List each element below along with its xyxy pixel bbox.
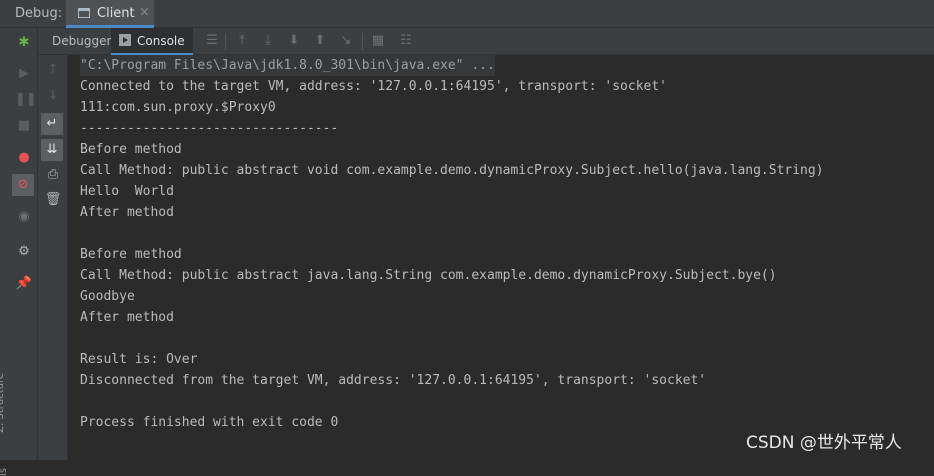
settings-icon[interactable]: ⚙	[15, 243, 33, 261]
debug-toolbar: Debugger Console ☰ ⤒ ⤓ ⬇ ⬆ ↘ ▦ ☷	[38, 28, 934, 55]
toolbar-divider	[362, 33, 363, 50]
evaluate-expression-icon[interactable]: ▦	[370, 33, 386, 49]
down-arrow-icon[interactable]: ↓	[44, 87, 62, 105]
step-into-icon[interactable]: ⬇	[286, 33, 302, 49]
pause-icon[interactable]: ❚❚	[15, 91, 37, 109]
up-arrow-icon[interactable]: ↑	[44, 61, 62, 79]
console-line: Hello World	[80, 184, 174, 199]
clear-all-icon[interactable]: 🗑	[44, 191, 62, 209]
console-line: After method	[80, 310, 174, 325]
stop-icon[interactable]: ■	[15, 117, 33, 135]
console-line: Disconnected from the target VM, address…	[80, 373, 707, 388]
bug-icon: ✱	[18, 35, 30, 50]
menu-icon[interactable]: ☰	[204, 33, 220, 49]
tab-client[interactable]: Client ×	[66, 0, 154, 28]
window-icon	[78, 8, 90, 18]
console-line: Call Method: public abstract java.lang.S…	[80, 268, 777, 283]
left-tool-strip: Z: Structure ls	[0, 28, 10, 476]
console-line: After method	[80, 205, 174, 220]
console-output[interactable]: "C:\Program Files\Java\jdk1.8.0_301\bin\…	[68, 55, 934, 460]
console-line: Connected to the target VM, address: '12…	[80, 79, 667, 94]
console-line: Before method	[80, 247, 182, 262]
tab-console[interactable]: Console	[111, 28, 193, 55]
pin-icon[interactable]: 📌	[15, 275, 33, 293]
bottom-tool-label[interactable]: ls	[0, 468, 10, 476]
tab-console-label: Console	[137, 34, 185, 48]
close-icon[interactable]: ×	[139, 5, 150, 20]
console-line: Result is: Over	[80, 352, 198, 367]
console-line: Before method	[80, 142, 182, 157]
console-line: Goodbye	[80, 289, 135, 304]
console-line: Process finished with exit code 0	[80, 415, 339, 430]
print-icon[interactable]: ⎙	[44, 166, 62, 184]
debug-actions-sidebar: ✱ ▶ ❚❚ ■ ● ⊘ ◉ ⚙ 📌	[10, 28, 38, 460]
scroll-to-end-icon[interactable]: ⇊	[41, 139, 63, 161]
console-actions-sidebar: ↑ ↓ ↵ ⇊ ⎙ 🗑	[38, 55, 68, 460]
console-line: 111:com.sun.proxy.$Proxy0	[80, 100, 276, 115]
view-breakpoints-icon[interactable]: ●	[15, 149, 33, 167]
tab-client-label: Client	[97, 6, 135, 21]
resume-icon[interactable]: ▶	[15, 65, 33, 83]
toolbar-divider	[225, 33, 226, 50]
console-line: ---------------------------------	[80, 121, 339, 136]
show-execution-point-icon[interactable]: ⤒	[234, 33, 250, 49]
mute-breakpoints-icon[interactable]: ⊘	[12, 174, 34, 196]
console-icon	[119, 34, 131, 46]
watermark: CSDN @世外平常人	[746, 433, 902, 453]
camera-icon[interactable]: ◉	[15, 208, 33, 226]
debug-label: Debug:	[15, 6, 63, 21]
tab-debugger[interactable]: Debugger	[52, 28, 111, 55]
step-out-icon[interactable]: ⬆	[312, 33, 328, 49]
soft-wrap-icon[interactable]: ↵	[41, 113, 63, 135]
console-line-command: "C:\Program Files\Java\jdk1.8.0_301\bin\…	[80, 55, 495, 76]
debug-tool-window-header: Debug: Client ×	[0, 0, 934, 28]
run-to-cursor-icon[interactable]: ↘	[338, 33, 354, 49]
console-line: Call Method: public abstract void com.ex…	[80, 163, 824, 178]
step-over-icon[interactable]: ⤓	[260, 33, 276, 49]
structure-tool-label[interactable]: Z: Structure	[0, 373, 8, 433]
trace-stream-icon[interactable]: ☷	[398, 33, 414, 49]
